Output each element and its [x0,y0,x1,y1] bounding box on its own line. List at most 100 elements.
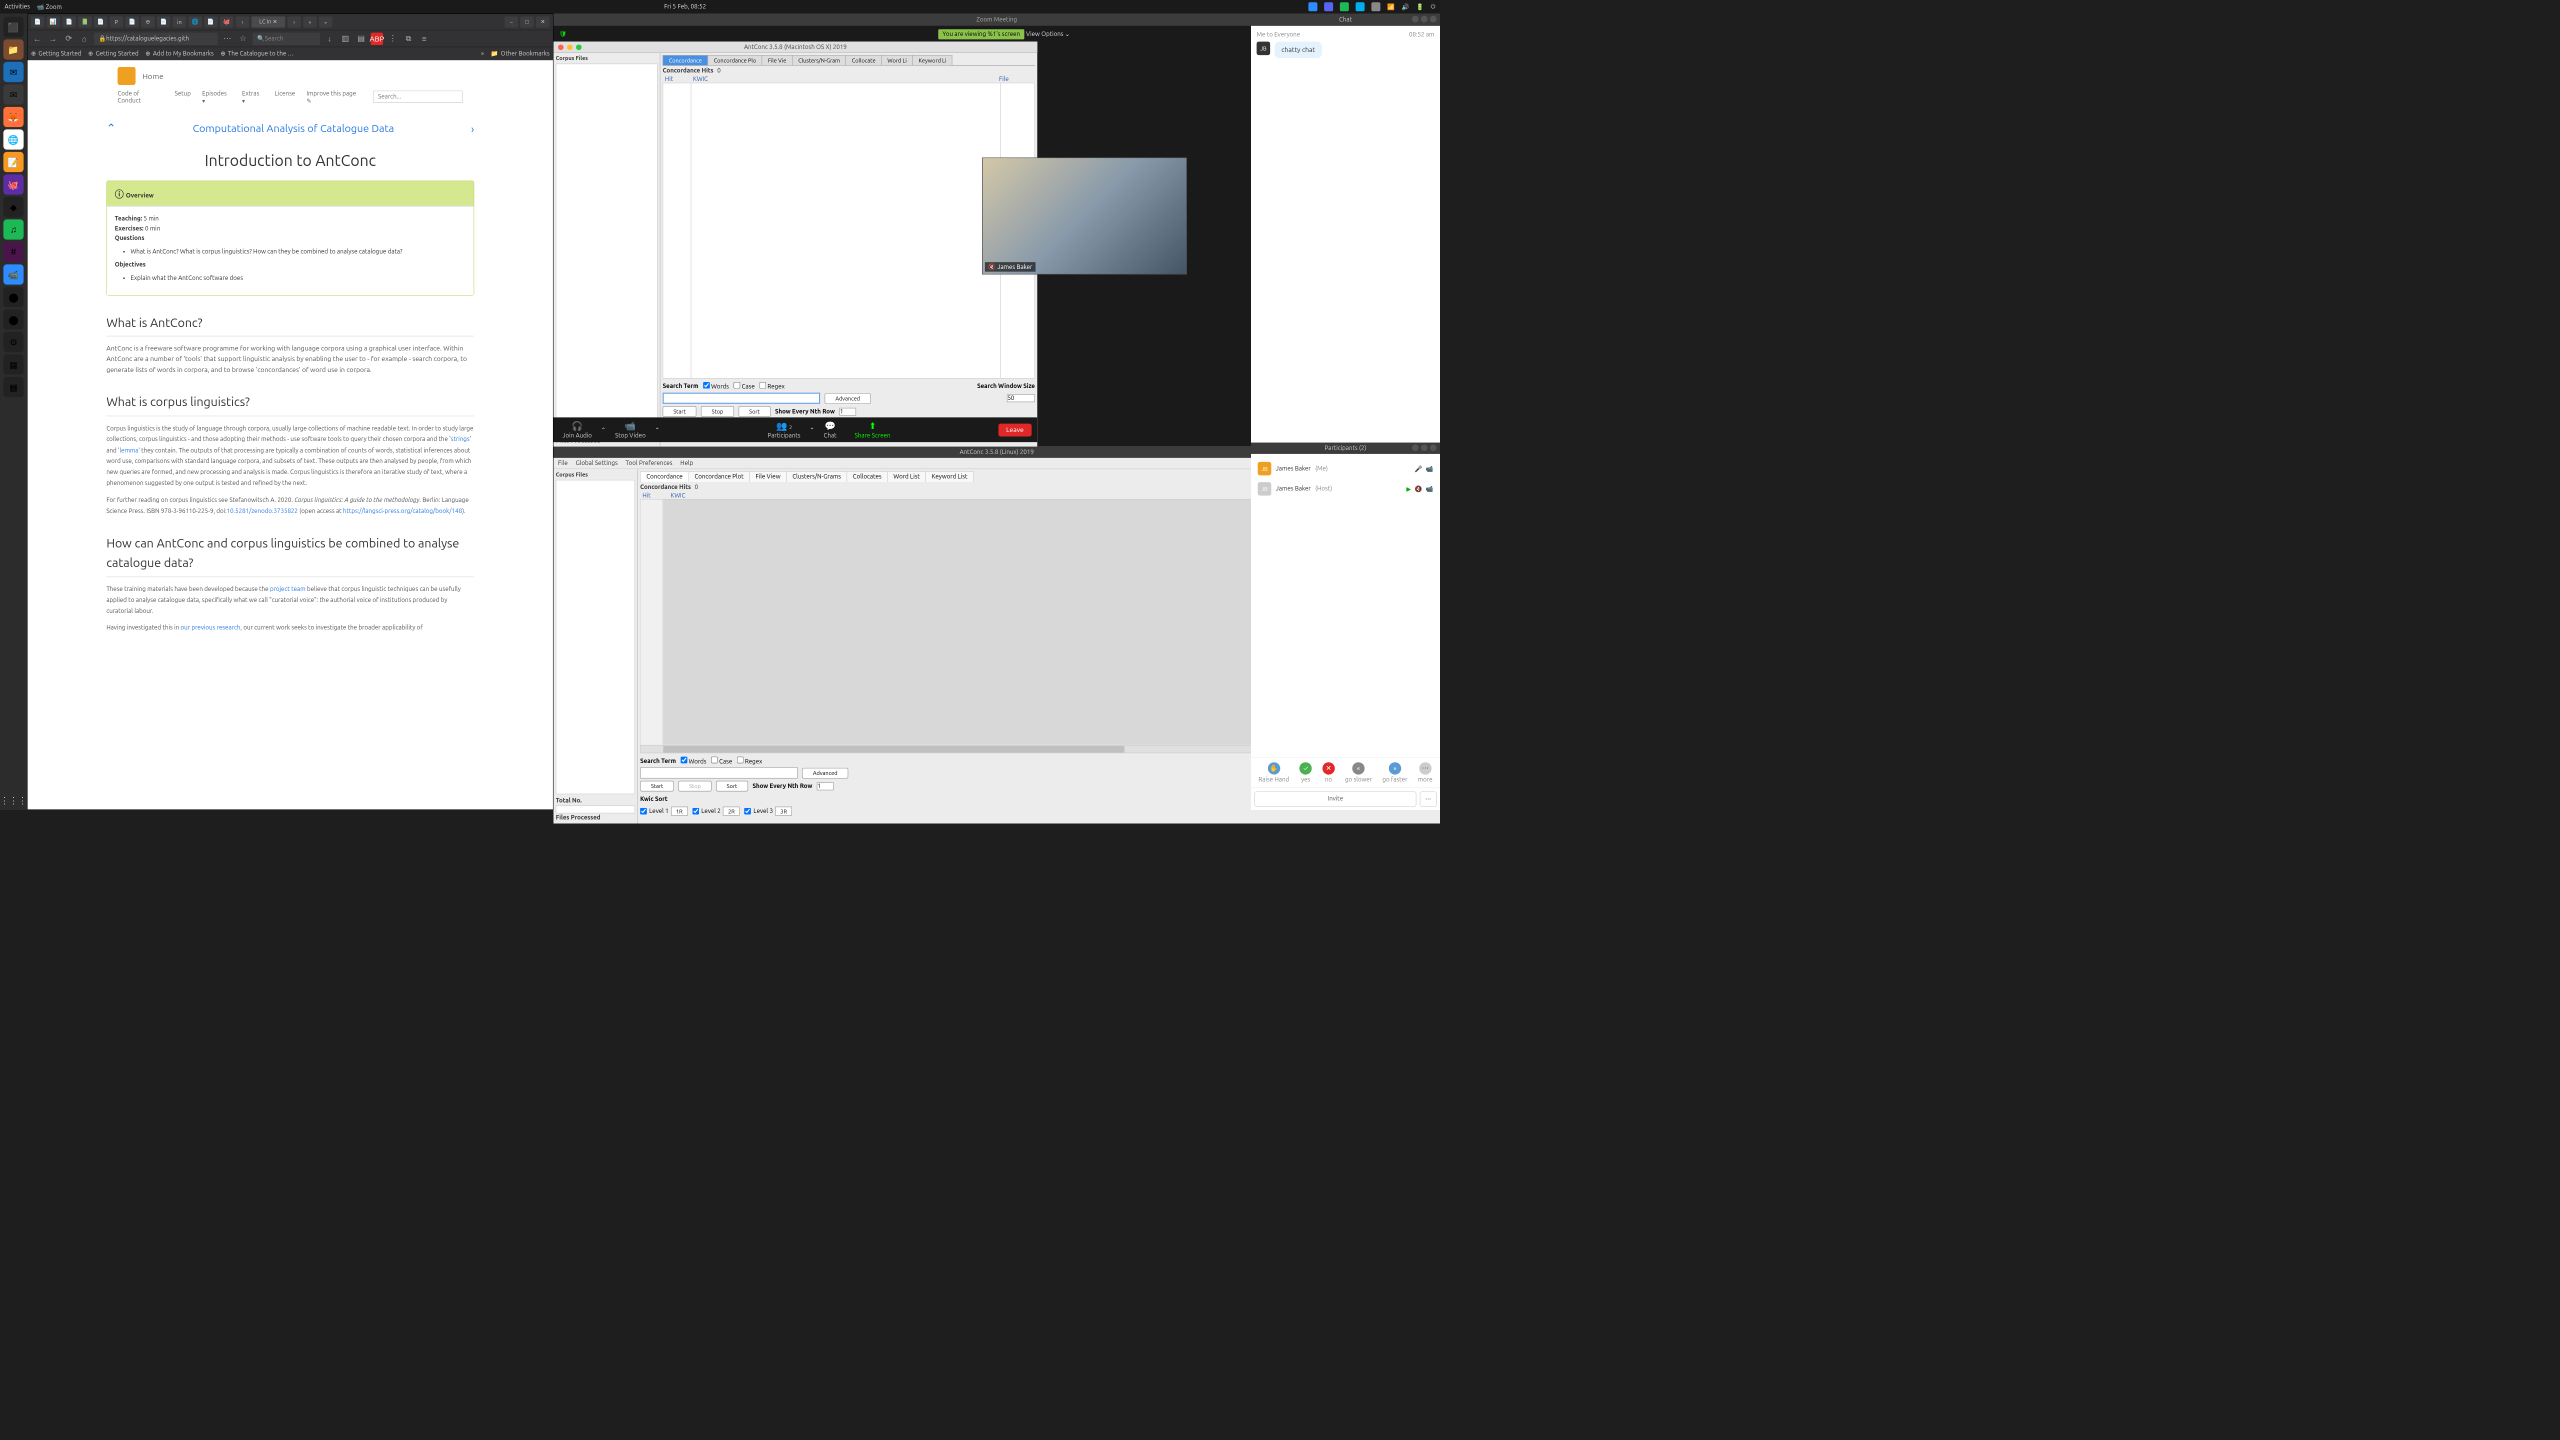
regex-checkbox[interactable]: Regex [759,382,785,390]
advanced-button[interactable]: Advanced [825,393,871,404]
window-size-input[interactable] [1007,394,1035,402]
level3-checkbox[interactable] [744,808,751,815]
dock-firefox-icon[interactable]: 🦊 [3,107,23,127]
view-options-dropdown[interactable]: View Options ⌄ [1026,31,1070,38]
start-button[interactable]: Start [663,406,697,417]
mac-zoom-icon[interactable] [576,44,582,50]
dock-app4-icon[interactable]: ▦ [3,377,23,397]
chat-button[interactable]: 💬Chat [815,420,846,439]
window-minimize[interactable] [1412,16,1419,23]
link-lemma[interactable]: lemma [120,447,139,454]
link-langsci[interactable]: https://langsci-press.org/catalog/book/1… [343,508,462,515]
dock-github-icon[interactable]: 🐙 [3,174,23,194]
start-button[interactable]: Start [640,781,674,792]
prev-episode-icon[interactable]: ⌃ [106,122,115,136]
dock-slack-icon[interactable]: # [3,242,23,262]
regex-checkbox[interactable]: Regex [737,757,763,765]
window-maximize[interactable] [1421,444,1428,451]
sort-button[interactable]: Sort [716,781,748,792]
forward-button[interactable]: → [47,32,59,44]
browser-tab[interactable]: 📄 [157,16,171,27]
shield-icon[interactable]: 🛡 [559,30,567,37]
nav-improve[interactable]: Improve this page ✎ [306,91,361,105]
reader-icon[interactable]: ▤ [355,32,367,44]
share-screen-button[interactable]: ⬆Share Screen [846,420,900,439]
browser-tab[interactable]: 📄 [94,16,108,27]
window-maximize[interactable]: □ [520,16,534,27]
browser-tab[interactable]: in [173,16,187,27]
home-button[interactable]: ⌂ [78,32,90,44]
mac-close-icon[interactable] [558,44,564,50]
every-nth-input[interactable] [839,408,856,416]
tray-zoom-icon[interactable] [1308,2,1317,11]
browser-tab[interactable]: 📊 [47,16,61,27]
app-indicator[interactable]: 📹 Zoom [37,3,62,10]
bookmark-item[interactable]: ⊕ Getting Started [88,50,138,57]
level1-checkbox[interactable] [640,808,647,815]
window-close[interactable] [1430,444,1437,451]
tab-keyword-list[interactable]: Keyword List [925,471,973,482]
camera-icon[interactable]: 📹 [1426,465,1434,472]
stop-button[interactable]: Stop [701,406,734,417]
join-audio-button[interactable]: 🎧Join Audio [554,420,601,439]
browser-tab[interactable]: 📄 [125,16,139,27]
page-search-input[interactable] [373,91,463,103]
dock-spotify-icon[interactable]: ♫ [3,219,23,239]
go-slower-button[interactable]: «go slower [1345,762,1372,783]
browser-tab[interactable]: 📄 [31,16,45,27]
leave-button[interactable]: Leave [998,423,1031,436]
level2-input[interactable] [723,807,740,816]
nav-setup[interactable]: Setup [175,91,191,105]
search-bar[interactable]: 🔍 Search [253,32,321,44]
raise-hand-button[interactable]: ✋Raise Hand [1258,762,1289,783]
other-bookmarks[interactable]: 📁 Other Bookmarks [491,50,550,57]
go-faster-button[interactable]: »go faster [1382,762,1407,783]
bookmark-item[interactable]: ⊕ The Catalogue to the … [220,50,293,57]
tray-skype-icon[interactable] [1356,2,1365,11]
browser-tab[interactable]: 📄 [62,16,76,27]
tab-concordance-plot[interactable]: Concordance Plo [708,55,763,65]
window-minimize[interactable]: − [505,16,519,27]
browser-tab[interactable]: 📄 [204,16,218,27]
battery-icon[interactable]: 🔋 [1416,3,1424,10]
downloads-icon[interactable]: ↓ [323,32,335,44]
tab-word-list[interactable]: Word List [887,471,926,482]
browser-tab[interactable]: 📗 [78,16,92,27]
browser-tab-next[interactable]: › [287,16,301,27]
browser-tab[interactable]: 🌐 [188,16,202,27]
no-button[interactable]: ✕no [1322,762,1334,783]
camera-icon[interactable]: 📹 [1426,485,1434,492]
window-maximize[interactable] [1421,16,1428,23]
window-minimize[interactable] [1412,444,1419,451]
browser-tab[interactable]: P [110,16,124,27]
video-thumbnail[interactable]: 🔇 James Baker [982,158,1187,275]
participant-item[interactable]: JB James Baker (Host) ▶🔇📹 [1256,479,1436,499]
adblock-icon[interactable]: ABP [371,32,383,44]
menu-global-settings[interactable]: Global Settings [576,460,618,467]
nav-code-of-conduct[interactable]: Code of Conduct [118,91,164,105]
reload-button[interactable]: ⟳ [62,32,74,44]
course-title[interactable]: Computational Analysis of Catalogue Data [193,122,395,134]
participant-item[interactable]: JB James Baker (Me) 🎤📹 [1256,458,1436,478]
dock-settings-icon[interactable]: ⚙ [3,332,23,352]
search-term-input[interactable] [640,767,798,778]
tab-concordance-plot[interactable]: Concordance Plot [688,471,750,482]
dock-app-icon[interactable]: ⬤ [3,287,23,307]
participants-button[interactable]: 👥 2Participants [759,420,810,439]
video-dropdown-icon[interactable]: ⌃ [655,426,660,433]
level2-checkbox[interactable] [692,808,699,815]
dock-sublime-icon[interactable]: 📝 [3,152,23,172]
tab-collocates[interactable]: Collocates [847,471,888,482]
case-checkbox[interactable]: Case [733,382,754,390]
dock-zoom-icon[interactable]: 📹 [3,264,23,284]
browser-tab-prev[interactable]: ‹ [236,16,250,27]
library-icon[interactable]: ▥ [339,32,351,44]
link-previous-research[interactable]: our previous research [181,625,241,632]
window-close[interactable]: ✕ [536,16,550,27]
invite-more-button[interactable]: ⋯ [1420,791,1437,806]
tab-clusters[interactable]: Clusters/N-Grams [786,471,847,482]
clock[interactable]: Fri 5 Feb, 08:52 [62,3,1309,10]
every-nth-input[interactable] [817,782,834,790]
bookmark-item[interactable]: ⊕ Add to My Bookmarks [145,50,213,57]
menu-tool-preferences[interactable]: Tool Preferences [626,460,673,467]
